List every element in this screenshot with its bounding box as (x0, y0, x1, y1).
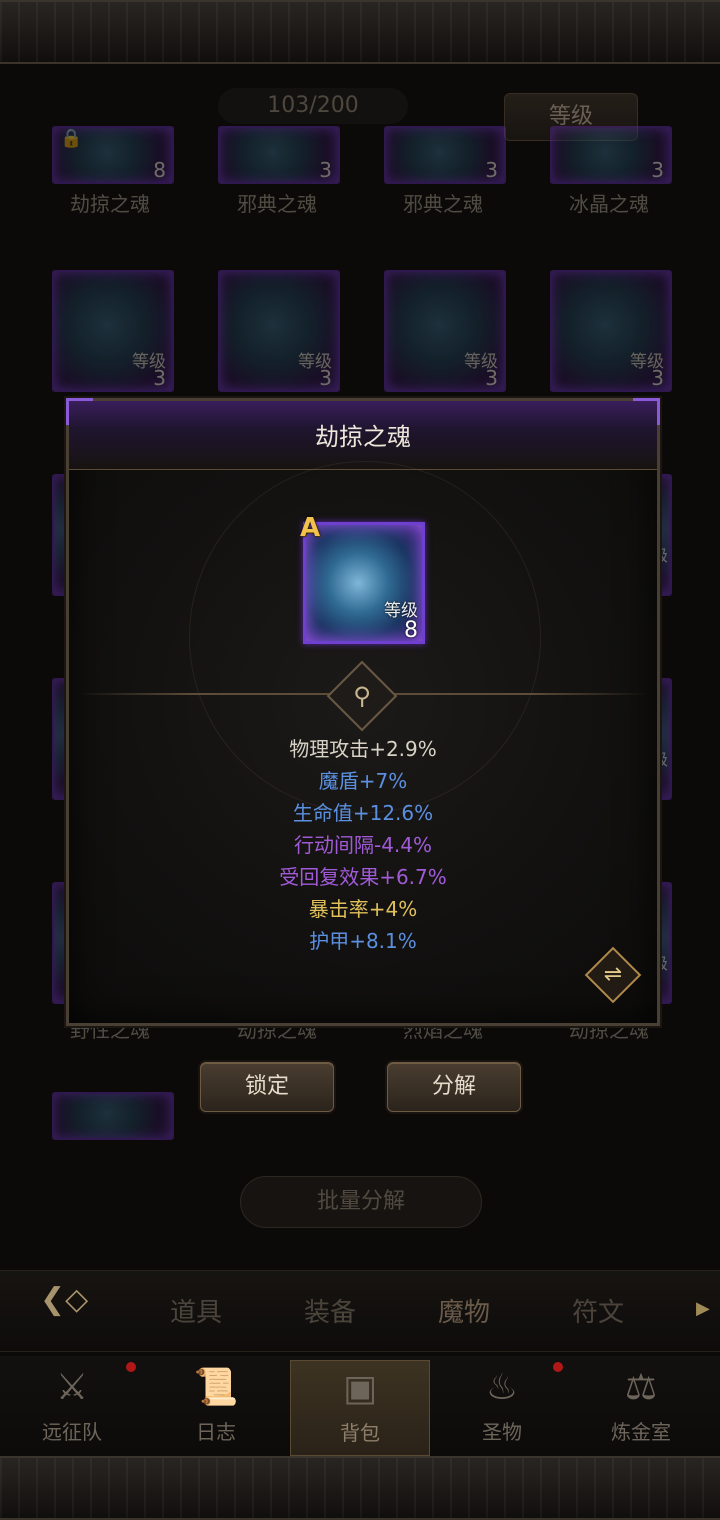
inventory-slot[interactable]: 3 (218, 126, 340, 184)
scroll-icon: 📜 (193, 1367, 239, 1408)
stat-line: 受回复效果+6.7% (279, 865, 447, 889)
inventory-slot[interactable]: 等级 3 (384, 270, 506, 392)
stat-line: 暴击率+4% (308, 897, 418, 921)
chest-icon: ▣ (342, 1368, 377, 1409)
notification-dot (126, 1362, 136, 1372)
tab-equipment[interactable]: 装备 (280, 1292, 380, 1329)
lock-icon: 🔒 (60, 128, 83, 149)
slot-level: 3 (651, 366, 664, 390)
item-level: 8 (404, 618, 418, 643)
nav-alchemy[interactable]: ⚖ 炼金室 (574, 1360, 708, 1454)
batch-decompose-button[interactable]: 批量分解 (240, 1176, 482, 1228)
slot-level: 8 (153, 158, 166, 182)
inventory-slot[interactable]: 🔒 8 (52, 126, 174, 184)
popup-title: 劫掠之魂 (315, 423, 411, 451)
inventory-slot[interactable]: 等级 3 (52, 270, 174, 392)
tab-items[interactable]: 道具 (146, 1292, 246, 1329)
nav-label: 背包 (340, 1421, 380, 1445)
slot-level: 3 (319, 158, 332, 182)
nav-label: 圣物 (482, 1420, 522, 1444)
inventory-slot[interactable]: 3 (384, 126, 506, 184)
stat-line: 行动间隔-4.4% (293, 833, 433, 857)
next-arrow-icon[interactable]: ▶ (696, 1298, 710, 1319)
slot-level: 3 (485, 366, 498, 390)
slot-name: 邪典之魂 (403, 192, 483, 216)
slot-level: 3 (319, 366, 332, 390)
slot-name: 劫掠之魂 (70, 192, 150, 216)
stat-line: 护甲+8.1% (309, 929, 417, 953)
nav-expedition[interactable]: ⚔ 远征队 (12, 1360, 132, 1454)
slot-name: 冰晶之魂 (569, 192, 649, 216)
swap-arrows-icon: ⇌ (603, 962, 623, 987)
top-frame (0, 0, 720, 64)
nav-relics[interactable]: ♨ 圣物 (442, 1360, 562, 1454)
stat-line: 物理攻击+2.9% (289, 737, 437, 761)
alchemy-icon: ⚖ (624, 1367, 658, 1408)
lock-button[interactable]: 锁定 (200, 1062, 334, 1112)
magnifier-icon: ⚲ (353, 682, 371, 710)
inventory-slot[interactable]: 等级 3 (218, 270, 340, 392)
tab-runes[interactable]: 符文 (548, 1292, 648, 1329)
stat-line: 生命值+12.6% (292, 801, 434, 825)
tab-monsters[interactable]: 魔物 (414, 1292, 514, 1329)
item-detail-popup: 劫掠之魂 A 等级 8 ⚲ 物理攻击+2.9% 魔盾+7% 生命值+12.6% 行动间… (66, 398, 660, 1026)
slot-level: 3 (485, 158, 498, 182)
helmet-icon: ⚔ (55, 1367, 89, 1408)
slot-name: 邪典之魂 (237, 192, 317, 216)
inventory-slot[interactable]: 3 (550, 126, 672, 184)
stat-list: 物理攻击+2.9% 魔盾+7% 生命值+12.6% 行动间隔-4.4% 受回复效果+6.… (69, 733, 657, 957)
nav-label: 远征队 (42, 1420, 102, 1444)
decompose-button[interactable]: 分解 (387, 1062, 521, 1112)
bottom-frame (0, 1456, 720, 1520)
nav-journal[interactable]: 📜 日志 (156, 1360, 276, 1454)
grade-badge: A (300, 513, 321, 543)
nav-backpack[interactable]: ▣ 背包 (290, 1360, 430, 1456)
nav-label: 日志 (196, 1420, 236, 1444)
torch-icon: ♨ (485, 1367, 519, 1408)
inventory-slot[interactable] (52, 1092, 174, 1140)
inventory-slot[interactable]: 等级 3 (550, 270, 672, 392)
item-icon: A 等级 8 (300, 513, 425, 644)
stat-line: 魔盾+7% (318, 769, 408, 793)
nav-label: 炼金室 (611, 1420, 671, 1444)
slot-level: 3 (153, 366, 166, 390)
back-arrow-icon[interactable]: ❮◇ (40, 1282, 120, 1318)
slot-level: 3 (651, 158, 664, 182)
